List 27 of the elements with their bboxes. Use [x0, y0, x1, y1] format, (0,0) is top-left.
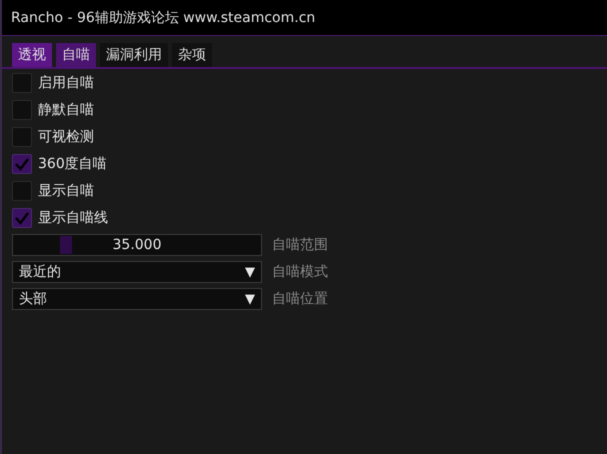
dropdown-label: 自喵模式 — [272, 263, 328, 281]
dropdown-arrow-icon: ▼ — [245, 292, 255, 306]
slider[interactable]: 35.000 — [12, 234, 262, 256]
checkbox-label: 显示自喵线 — [38, 209, 108, 227]
dropdown-arrow-icon: ▼ — [245, 264, 255, 280]
tab[interactable]: 杂项 — [172, 43, 212, 67]
checkbox-label: 360度自喵 — [38, 155, 107, 173]
checkbox[interactable] — [12, 100, 32, 120]
window-title: Rancho - 96辅助游戏论坛 www.steamcom.cn — [11, 8, 316, 26]
checkbox-label: 显示自喵 — [38, 182, 94, 200]
checkbox[interactable] — [12, 73, 32, 93]
checkbox[interactable] — [12, 208, 32, 228]
slider-thumb[interactable] — [60, 236, 72, 254]
slider-label: 自喵范围 — [272, 236, 328, 254]
slider-value: 35.000 — [112, 237, 162, 253]
checkbox-label: 可视检测 — [38, 128, 94, 146]
checkbox-label: 启用自喵 — [38, 74, 94, 92]
checkbox-label: 静默自喵 — [38, 101, 94, 119]
tab[interactable]: 透视 — [12, 43, 52, 67]
dropdown[interactable]: 最近的 ▼ — [12, 261, 262, 283]
dropdown-label: 自喵位置 — [272, 290, 328, 308]
checkbox[interactable] — [12, 181, 32, 201]
tab[interactable]: 自喵 — [56, 43, 96, 67]
checkbox[interactable] — [12, 127, 32, 147]
dropdown[interactable]: 头部 ▼ — [12, 288, 262, 310]
tab[interactable]: 漏洞利用 — [100, 43, 168, 67]
checkbox[interactable] — [12, 154, 32, 174]
